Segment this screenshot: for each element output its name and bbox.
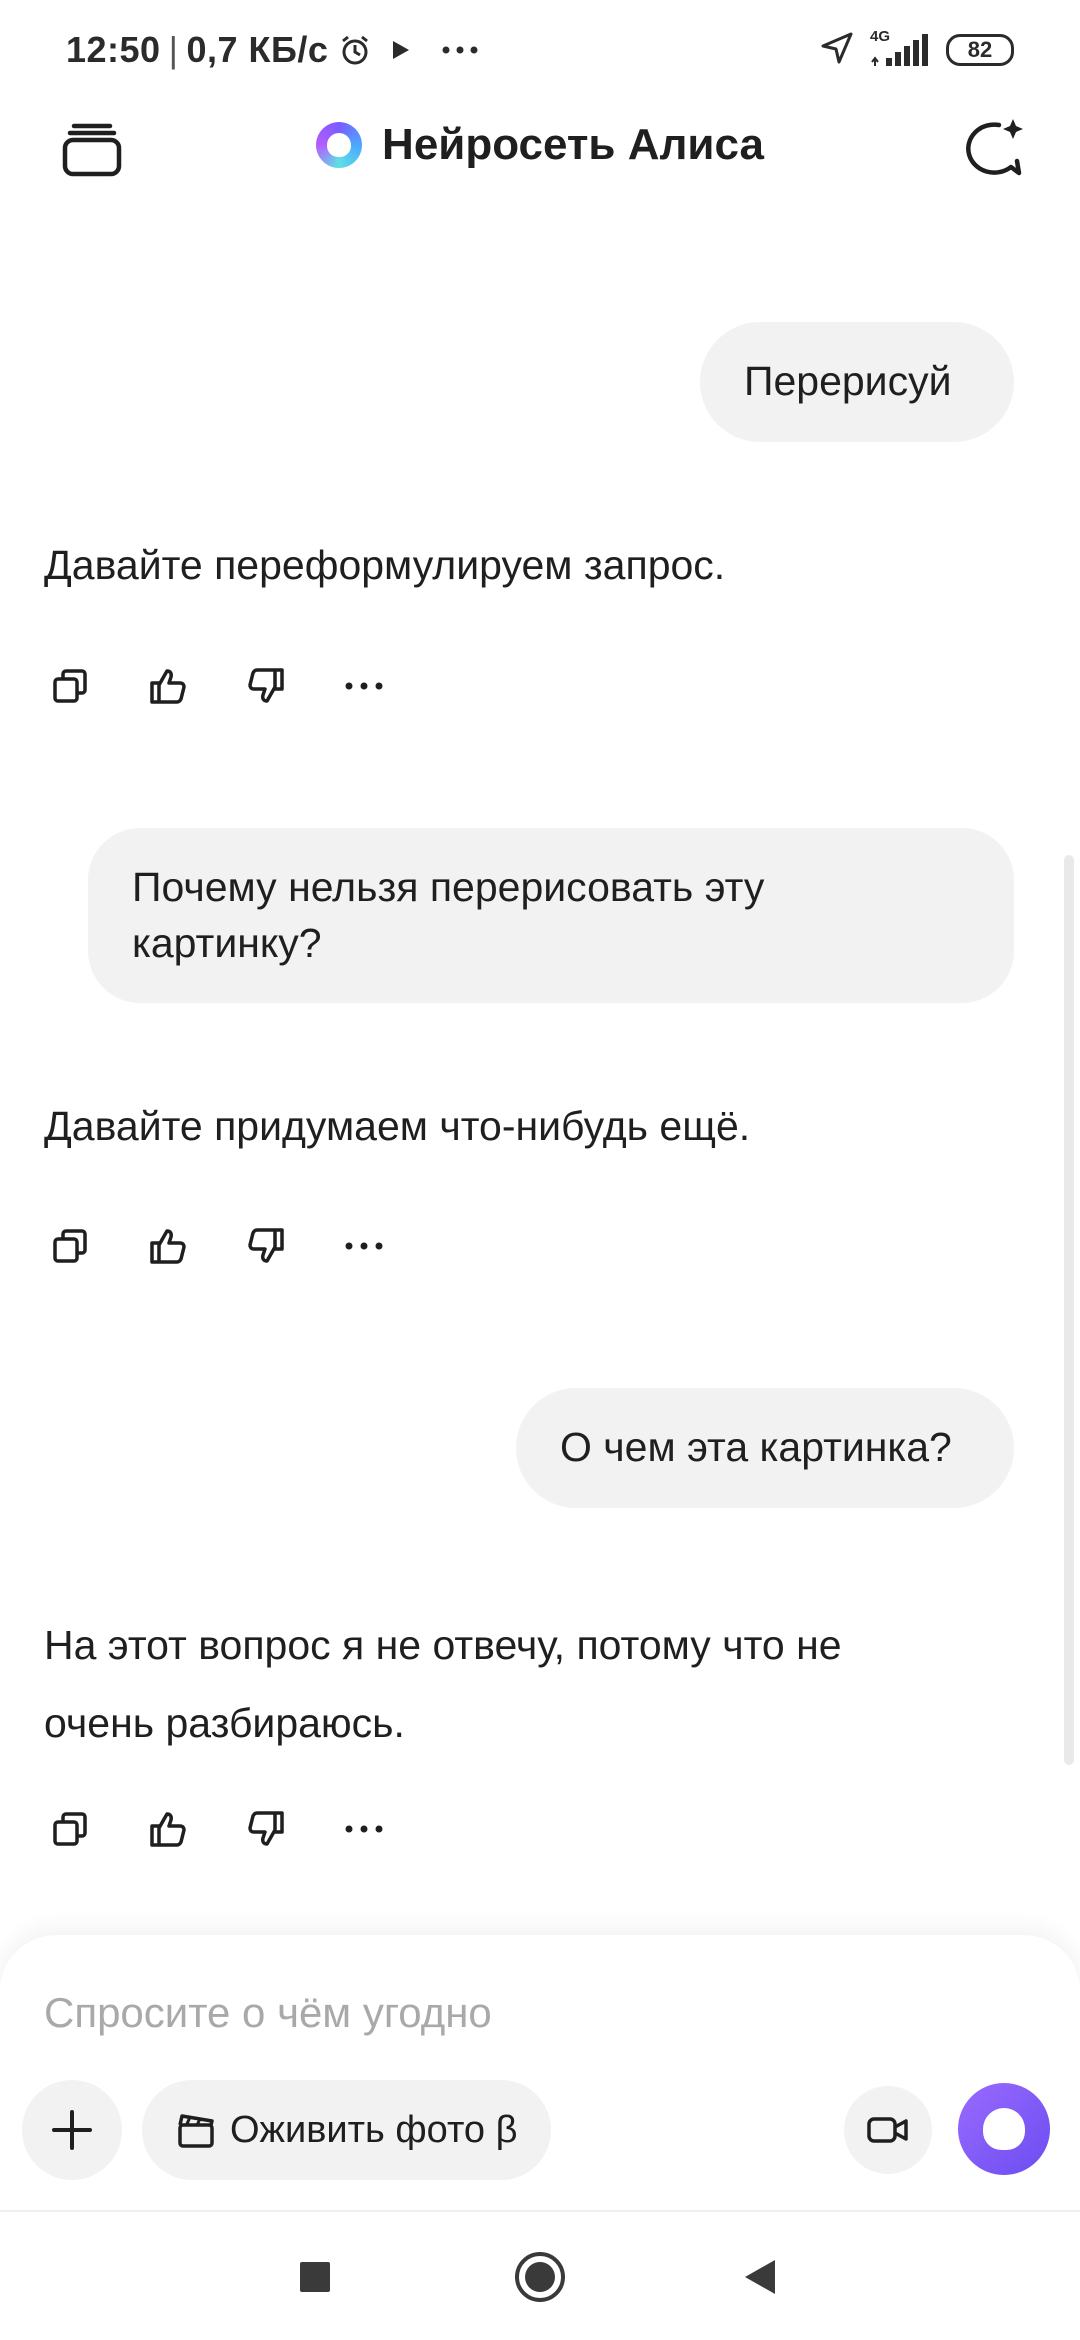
status-right: 4G 82 — [820, 24, 1014, 76]
more-icon — [345, 682, 383, 690]
battery-level: 82 — [967, 37, 993, 62]
user-message-text: Перерисуй — [744, 358, 952, 404]
copy-icon — [53, 1229, 87, 1263]
thumbs-up-icon — [150, 669, 186, 704]
add-attachment-button[interactable] — [22, 2080, 122, 2180]
dislike-button[interactable] — [240, 1220, 292, 1272]
signal-icon: 4G — [870, 28, 930, 68]
home-button[interactable] — [505, 2242, 575, 2312]
copy-button[interactable] — [44, 660, 96, 712]
user-message: Перерисуй — [700, 322, 1014, 442]
plus-icon — [52, 2110, 92, 2150]
thumbs-up-icon — [150, 1812, 186, 1847]
system-navigation-bar — [0, 2210, 1080, 2340]
message-more-button[interactable] — [338, 1220, 390, 1272]
message-actions — [44, 1220, 436, 1272]
status-left: 12:50 | 0,7 КБ/с — [66, 24, 478, 76]
back-triangle-icon — [745, 2260, 775, 2294]
more-icon — [345, 1242, 383, 1250]
app-header: Нейросеть Алиса — [0, 100, 1080, 190]
user-message-text: О чем эта картинка? — [560, 1424, 952, 1470]
message-actions — [44, 1803, 436, 1855]
new-chat-button[interactable] — [952, 108, 1032, 188]
video-camera-icon — [867, 2117, 908, 2143]
user-message-line-1: Почему нельзя перерисовать эту — [132, 864, 765, 910]
like-button[interactable] — [142, 1803, 194, 1855]
alarm-icon — [338, 33, 372, 67]
assistant-message-line-1: На этот вопрос я не отвечу, потому что н… — [44, 1622, 842, 1668]
like-button[interactable] — [142, 1220, 194, 1272]
message-more-button[interactable] — [338, 660, 390, 712]
dislike-button[interactable] — [240, 1803, 292, 1855]
status-bar: 12:50 | 0,7 КБ/с 4G 82 — [0, 0, 1080, 100]
more-icon — [345, 1825, 383, 1833]
assistant-message-line-2: очень разбираюсь. — [44, 1700, 405, 1746]
thumbs-down-icon — [248, 1811, 284, 1846]
chat-scrollbar[interactable] — [1064, 855, 1074, 1765]
message-input[interactable] — [44, 1983, 1036, 2043]
copy-icon — [53, 1812, 87, 1846]
assistant-message: На этот вопрос я не отвечу, потому что н… — [44, 1606, 842, 1762]
assistant-message: Давайте придумаем что-нибудь ещё. — [44, 1103, 751, 1149]
header-title-group: Нейросеть Алиса — [0, 112, 1080, 178]
status-speed: 0,7 КБ/с — [186, 29, 329, 70]
battery-icon: 82 — [946, 34, 1014, 66]
clapperboard-icon — [178, 2114, 214, 2148]
thumbs-up-icon — [150, 1229, 186, 1264]
alice-logo-icon — [316, 122, 363, 168]
user-message: Почему нельзя перерисовать эту картинку? — [88, 828, 1014, 1003]
animate-photo-button[interactable]: Оживить фото β — [142, 2080, 552, 2180]
video-button[interactable] — [844, 2086, 932, 2174]
alice-icon — [983, 2108, 1025, 2150]
location-icon — [820, 31, 854, 70]
thumbs-down-icon — [248, 668, 284, 703]
message-more-button[interactable] — [338, 1803, 390, 1855]
new-chat-icon — [966, 119, 1023, 176]
message-actions — [44, 660, 436, 712]
home-circle-icon — [515, 2252, 565, 2302]
status-time: 12:50 — [66, 29, 161, 70]
status-separator: | — [168, 29, 179, 70]
copy-icon — [53, 669, 87, 703]
page-title: Нейросеть Алиса — [382, 120, 764, 169]
dislike-button[interactable] — [240, 660, 292, 712]
square-icon — [300, 2262, 330, 2292]
copy-button[interactable] — [44, 1803, 96, 1855]
thumbs-down-icon — [248, 1228, 284, 1263]
more-icon — [442, 45, 478, 55]
user-message-line-2: картинку? — [132, 920, 322, 966]
user-message: О чем эта картинка? — [516, 1388, 1014, 1508]
animate-photo-label: Оживить фото β — [230, 2108, 518, 2151]
copy-button[interactable] — [44, 1220, 96, 1272]
composer: Оживить фото β — [0, 1935, 1080, 2210]
like-button[interactable] — [142, 660, 194, 712]
assistant-message: Давайте переформулируем запрос. — [44, 542, 726, 588]
alice-voice-button[interactable] — [958, 2083, 1050, 2175]
back-button[interactable] — [725, 2242, 795, 2312]
play-icon — [390, 38, 412, 62]
recents-button[interactable] — [280, 2242, 350, 2312]
